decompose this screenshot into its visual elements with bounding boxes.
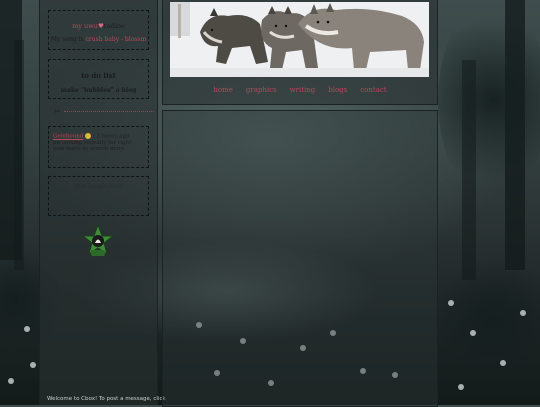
song-label: My song is bbox=[50, 36, 86, 43]
nav-writing[interactable]: writing bbox=[290, 86, 316, 94]
nav-contact[interactable]: contact bbox=[360, 86, 386, 94]
main-nav: home graphics writing blogs contact bbox=[163, 86, 437, 94]
radio-title: uwu bbox=[84, 22, 98, 30]
cbox-footer-message[interactable]: Welcome to Cbox! To post a message, clic… bbox=[47, 396, 166, 402]
ribbon-bow-icon: ✂ bbox=[54, 106, 61, 116]
fortune-text: live laugh love bbox=[74, 182, 123, 190]
nav-blogs[interactable]: blogs bbox=[328, 86, 347, 94]
chat-widget: Gemhound - 3 hours ago im looking reeeal… bbox=[48, 126, 149, 168]
todo-title: to do list bbox=[81, 71, 116, 80]
chat-text: im looking reeeally for right now more t… bbox=[53, 139, 132, 152]
nav-home[interactable]: home bbox=[213, 86, 233, 94]
sidebar: my uwu♥radioo My song is crush baby - bl… bbox=[39, 0, 166, 405]
chat-message: Gemhound - 3 hours ago im looking reeeal… bbox=[53, 133, 144, 152]
fortune-widget: live laugh love bbox=[48, 176, 149, 216]
radio-widget: my uwu♥radioo My song is crush baby - bl… bbox=[48, 10, 149, 50]
wolves-banner bbox=[170, 2, 429, 77]
main-content bbox=[162, 110, 438, 407]
divider: ✂ bbox=[54, 106, 154, 116]
radio-prefix: my bbox=[72, 22, 85, 30]
todo-item: make "bubbles" a blog bbox=[60, 87, 137, 94]
dotted-rule bbox=[63, 110, 154, 112]
nav-graphics[interactable]: graphics bbox=[246, 86, 277, 94]
radio-suffix: radioo bbox=[103, 22, 125, 30]
song-link[interactable]: crush baby - blossm bbox=[86, 36, 147, 43]
green-star-badge-icon[interactable] bbox=[82, 224, 114, 260]
todo-widget: to do list make "bubbles" a blog bbox=[48, 59, 149, 99]
header: home graphics writing blogs contact bbox=[162, 0, 438, 105]
